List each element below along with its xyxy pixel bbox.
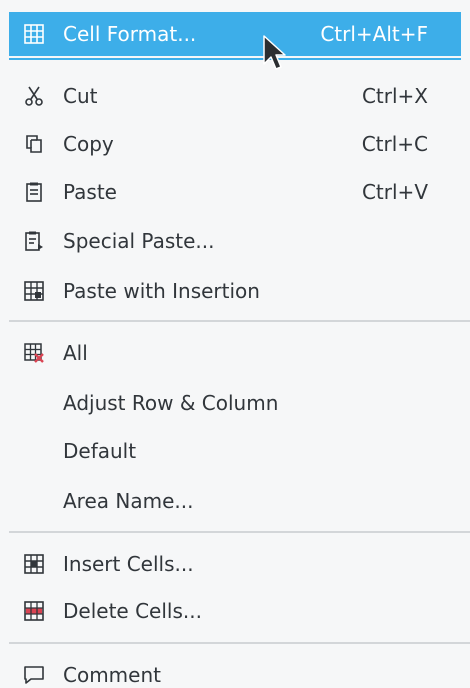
menu-item-label: Delete Cells...	[63, 599, 202, 623]
comment-icon	[24, 666, 44, 684]
paste-icon	[26, 182, 42, 202]
menu-item-cell-format[interactable]: Cell Format... Ctrl+Alt+F	[9, 12, 461, 56]
menu-item-paste-with-insertion[interactable]: Paste with Insertion	[9, 269, 461, 313]
table-icon	[24, 24, 44, 44]
menu-item-shortcut: Ctrl+X	[361, 84, 428, 108]
menu-item-label: Paste with Insertion	[63, 279, 260, 303]
menu-item-insert-cells[interactable]: Insert Cells...	[9, 542, 461, 586]
menu-item-label: Paste	[63, 180, 117, 204]
menu-item-label: Cell Format...	[63, 22, 197, 46]
menu-separator	[9, 320, 470, 322]
menu-item-label: Copy	[63, 132, 114, 156]
paste-insert-icon	[24, 281, 44, 301]
menu-item-label: Area Name...	[63, 489, 194, 513]
mouse-pointer-icon	[263, 35, 286, 70]
menu-item-label: Cut	[63, 84, 98, 108]
menu-separator	[9, 531, 470, 533]
menu-item-shortcut: Ctrl+C	[361, 132, 428, 156]
menu-item-label: Default	[63, 439, 137, 463]
scissors-icon	[25, 86, 43, 106]
menu-item-adjust-row-column[interactable]: Adjust Row & Column	[9, 381, 461, 425]
menu-item-label: Adjust Row & Column	[63, 391, 279, 415]
menu-item-special-paste[interactable]: Special Paste...	[9, 219, 461, 263]
menu-item-area-name[interactable]: Area Name...	[9, 479, 461, 523]
menu-item-shortcut: Ctrl+Alt+F	[320, 22, 428, 46]
clear-all-icon	[24, 343, 44, 363]
menu-separator	[9, 642, 470, 644]
menu-item-comment[interactable]: Comment	[9, 653, 461, 688]
menu-item-delete-cells[interactable]: Delete Cells...	[9, 589, 461, 633]
menu-item-cut[interactable]: Cut Ctrl+X	[9, 74, 461, 118]
menu-item-paste[interactable]: Paste Ctrl+V	[9, 170, 461, 214]
menu-item-default[interactable]: Default	[9, 429, 461, 473]
menu-item-all[interactable]: All	[9, 331, 461, 375]
menu-item-label: Special Paste...	[63, 229, 215, 253]
menu-item-label: Insert Cells...	[63, 552, 194, 576]
special-paste-icon	[25, 231, 43, 251]
menu-item-shortcut: Ctrl+V	[361, 180, 428, 204]
context-menu: Cell Format... Ctrl+Alt+F Cut Ctrl+X Cop…	[0, 0, 470, 688]
insert-cells-icon	[24, 554, 44, 574]
delete-cells-icon	[24, 601, 44, 621]
menu-item-label: Comment	[63, 663, 161, 687]
highlight-underline	[9, 58, 461, 60]
menu-item-label: All	[63, 341, 88, 365]
menu-item-copy[interactable]: Copy Ctrl+C	[9, 122, 461, 166]
copy-icon	[26, 135, 42, 153]
